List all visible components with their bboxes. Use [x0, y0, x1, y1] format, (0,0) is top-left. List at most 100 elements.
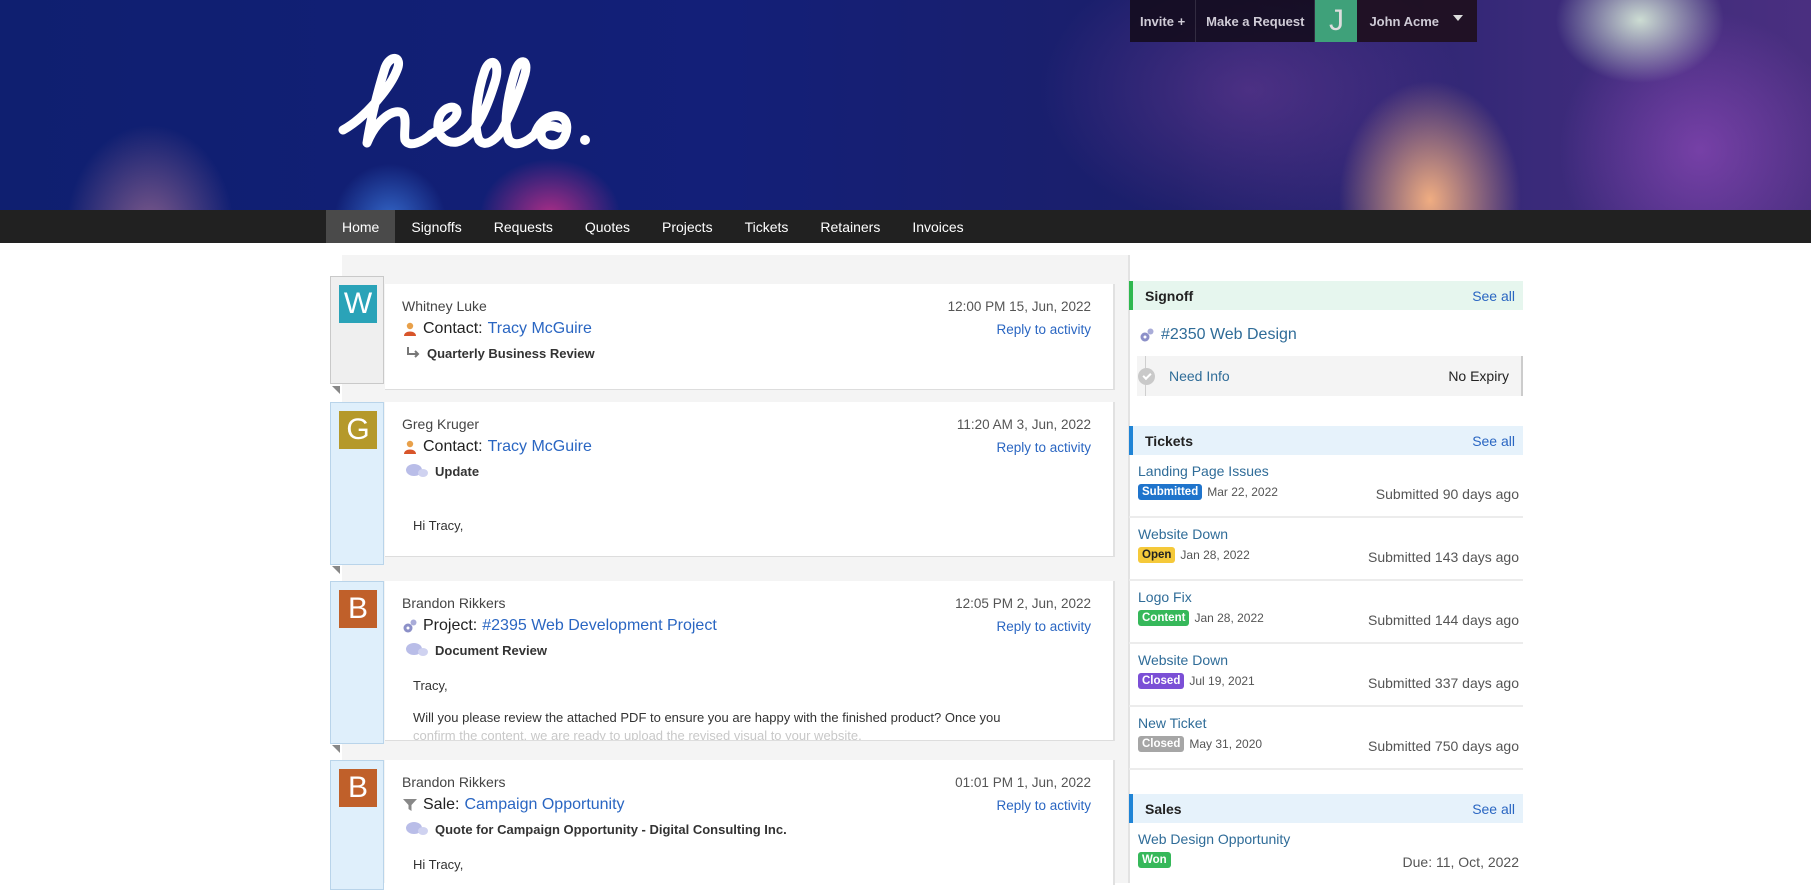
timestamp: 12:05 PM 2, Jun, 2022	[955, 596, 1091, 611]
sales-list: Web Design Opportunity Won Due: 11, Oct, 2…	[1129, 823, 1523, 886]
ticket-name-link[interactable]: Landing Page Issues	[1138, 463, 1523, 479]
nav-requests[interactable]: Requests	[478, 210, 569, 243]
signoff-status-link[interactable]: Need Info	[1169, 368, 1448, 384]
fold-corner	[332, 566, 340, 574]
user-avatar[interactable]: J	[1315, 0, 1358, 42]
timestamp: 11:20 AM 3, Jun, 2022	[956, 417, 1091, 432]
signoff-title: #2350 Web Design	[1161, 326, 1297, 343]
see-all-tickets-link[interactable]: See all	[1472, 433, 1515, 449]
related-type: Contact:	[423, 438, 483, 455]
status-badge: Closed	[1138, 736, 1185, 752]
invite-button[interactable]: Invite +	[1130, 0, 1197, 42]
author-avatar: B	[339, 590, 377, 628]
author-avatar: G	[339, 411, 377, 449]
subject-text: Update	[435, 463, 480, 479]
reply-link[interactable]: Reply to activity	[996, 619, 1091, 634]
author-avatar: B	[339, 769, 377, 807]
ticket-age: Submitted 143 days ago	[1368, 549, 1519, 565]
reply-arrow-icon	[407, 347, 420, 358]
message-line: confirm the content, we are ready to upl…	[413, 728, 862, 741]
related-link[interactable]: Tracy McGuire	[488, 438, 592, 456]
ticket-name-link[interactable]: Website Down	[1138, 652, 1523, 668]
card-tab: B	[330, 760, 384, 890]
gears-icon	[1140, 328, 1154, 342]
signoff-item[interactable]: #2350 Web Design	[1129, 310, 1523, 350]
message-line: Hi Tracy,	[413, 857, 464, 872]
main-nav: Home Signoffs Requests Quotes Projects T…	[0, 210, 1811, 243]
reply-link[interactable]: Reply to activity	[996, 440, 1091, 455]
sale-name-link[interactable]: Web Design Opportunity	[1138, 831, 1523, 847]
caret-down-icon	[1453, 15, 1464, 21]
nav-projects[interactable]: Projects	[646, 210, 729, 243]
nav-signoffs[interactable]: Signoffs	[395, 210, 477, 243]
related-link[interactable]: Campaign Opportunity	[464, 796, 624, 814]
activity-card: B Brandon Rikkers 12:05 PM 2, Jun, 2022 …	[330, 581, 1115, 753]
ticket-age: Submitted 90 days ago	[1375, 486, 1519, 502]
nav-quotes[interactable]: Quotes	[569, 210, 646, 243]
tickets-list: Landing Page Issues Submitted Mar 22, 2022…	[1129, 455, 1523, 770]
activity-card: G Greg Kruger 11:20 AM 3, Jun, 2022 Repl…	[330, 402, 1115, 574]
signoff-status-row: Need Info No Expiry	[1137, 356, 1523, 396]
gears-icon	[403, 619, 417, 633]
ticket-age: Submitted 337 days ago	[1368, 675, 1519, 691]
section-title: Sales	[1145, 800, 1182, 817]
status-badge: Closed	[1138, 673, 1185, 689]
timestamp: 01:01 PM 1, Jun, 2022	[955, 775, 1091, 790]
ticket-item: Website Down Open Jan 28, 2022 Submitted 14…	[1129, 518, 1523, 581]
status-badge: Open	[1138, 547, 1176, 563]
timestamp: 12:00 PM 15, Jun, 2022	[947, 299, 1091, 314]
chat-bubbles-icon	[406, 464, 428, 477]
chat-bubbles-icon	[406, 822, 428, 835]
subject: Update	[405, 463, 479, 479]
message-line: Tracy,	[413, 678, 448, 693]
sale-item: Web Design Opportunity Won Due: 11, Oct, 2…	[1129, 823, 1523, 886]
status-badge: Won	[1138, 852, 1171, 868]
ticket-name-link[interactable]: New Ticket	[1138, 715, 1523, 731]
ticket-age: Submitted 750 days ago	[1368, 738, 1519, 754]
author-name: Brandon Rikkers	[402, 595, 506, 611]
nav-invoices[interactable]: Invoices	[896, 210, 979, 243]
user-menu[interactable]: John Acme	[1357, 0, 1478, 42]
related-type: Project:	[423, 617, 478, 634]
related-type: Contact:	[423, 320, 483, 337]
header-banner: Invite + Make a Request J John Acme	[0, 0, 1811, 210]
nav-tickets[interactable]: Tickets	[729, 210, 805, 243]
subject: Quote for Campaign Opportunity - Digital…	[405, 821, 787, 837]
subject-text: Document Review	[435, 642, 547, 658]
ticket-item: Logo Fix Content Jan 28, 2022 Submitted 144…	[1129, 581, 1523, 644]
ticket-item: Website Down Closed Jul 19, 2021 Submitted …	[1129, 644, 1523, 707]
ticket-item: Landing Page Issues Submitted Mar 22, 2022…	[1129, 455, 1523, 518]
ticket-name-link[interactable]: Logo Fix	[1138, 589, 1523, 605]
related-link[interactable]: #2395 Web Development Project	[482, 617, 717, 635]
card-tab: W	[330, 276, 384, 384]
ticket-age: Submitted 144 days ago	[1368, 612, 1519, 628]
fold-corner	[332, 386, 340, 394]
related-line: Contact: Tracy McGuire	[402, 438, 592, 456]
reply-link[interactable]: Reply to activity	[996, 322, 1091, 337]
nav-retainers[interactable]: Retainers	[804, 210, 896, 243]
ticket-item: New Ticket Closed May 31, 2020 Submitted 75…	[1129, 707, 1523, 770]
see-all-sales-link[interactable]: See all	[1472, 801, 1515, 817]
ticket-name-link[interactable]: Website Down	[1138, 526, 1523, 542]
sidebar: Signoff See all #2350 Web Design Need In…	[1129, 281, 1523, 886]
card-body: Brandon Rikkers 01:01 PM 1, Jun, 2022 Re…	[385, 760, 1115, 885]
related-type: Sale:	[423, 796, 460, 813]
nav-home[interactable]: Home	[326, 210, 396, 243]
subject-text: Quarterly Business Review	[427, 345, 595, 361]
fold-corner	[332, 745, 340, 753]
see-all-signoffs-link[interactable]: See all	[1472, 288, 1515, 304]
author-avatar: W	[339, 285, 377, 323]
author-name: Brandon Rikkers	[402, 774, 506, 790]
section-title: Tickets	[1145, 432, 1193, 449]
sales-header: Sales See all	[1129, 794, 1523, 823]
related-line: Contact: Tracy McGuire	[402, 320, 592, 338]
subject: Document Review	[405, 642, 547, 658]
make-request-button[interactable]: Make a Request	[1196, 0, 1316, 42]
check-circle-icon	[1138, 367, 1155, 385]
card-body: Whitney Luke 12:00 PM 15, Jun, 2022 Repl…	[385, 284, 1115, 390]
reply-link[interactable]: Reply to activity	[996, 798, 1091, 813]
ticket-date: Jan 28, 2022	[1194, 611, 1264, 625]
status-badge: Submitted	[1138, 484, 1203, 500]
related-link[interactable]: Tracy McGuire	[488, 320, 592, 338]
tickets-header: Tickets See all	[1129, 426, 1523, 455]
